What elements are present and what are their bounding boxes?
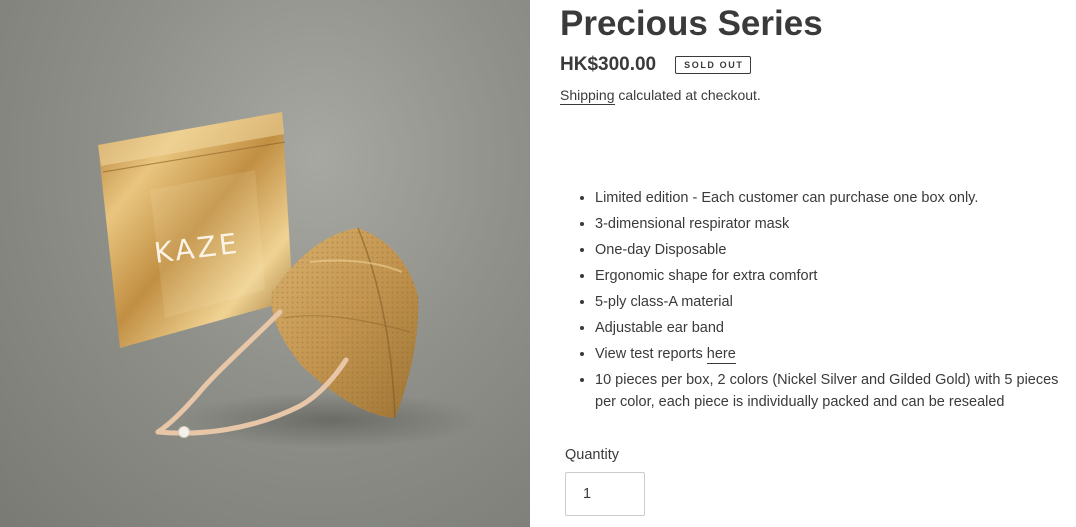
sold-out-badge: SOLD OUT [675, 56, 752, 74]
strap-adjuster [178, 426, 190, 438]
list-item: Limited edition - Each customer can purc… [595, 185, 1076, 211]
quantity-input[interactable] [565, 472, 645, 516]
mask [271, 227, 419, 419]
shipping-link[interactable]: Shipping [560, 87, 615, 105]
list-item: 5-ply class-A material [595, 289, 1076, 315]
product-price: HK$300.00 [560, 54, 657, 75]
price-row: HK$300.00 SOLD OUT [560, 54, 752, 76]
product-image[interactable]: KAZE [0, 0, 530, 527]
product-info: Precious Series HK$300.00 SOLD OUT Shipp… [560, 0, 1076, 527]
shipping-note-text: calculated at checkout. [614, 87, 761, 103]
feature-list: Limited edition - Each customer can purc… [560, 185, 1076, 413]
list-item: 10 pieces per box, 2 colors (Nickel Silv… [595, 369, 1076, 413]
list-item: Ergonomic shape for extra comfort [595, 263, 1076, 289]
package: KAZE [98, 112, 293, 348]
list-item: One-day Disposable [595, 237, 1076, 263]
list-item: Adjustable ear band [595, 315, 1076, 341]
shadow [180, 392, 480, 448]
test-reports-text: View test reports [595, 346, 707, 362]
list-item: View test reports here [595, 341, 1076, 367]
product-title: Precious Series [560, 4, 823, 43]
list-item: 3-dimensional respirator mask [595, 211, 1076, 237]
test-reports-link[interactable]: here [706, 346, 736, 364]
shipping-note: Shipping calculated at checkout. [560, 87, 761, 105]
product-photo: KAZE [98, 112, 480, 448]
quantity-label: Quantity [565, 447, 619, 463]
